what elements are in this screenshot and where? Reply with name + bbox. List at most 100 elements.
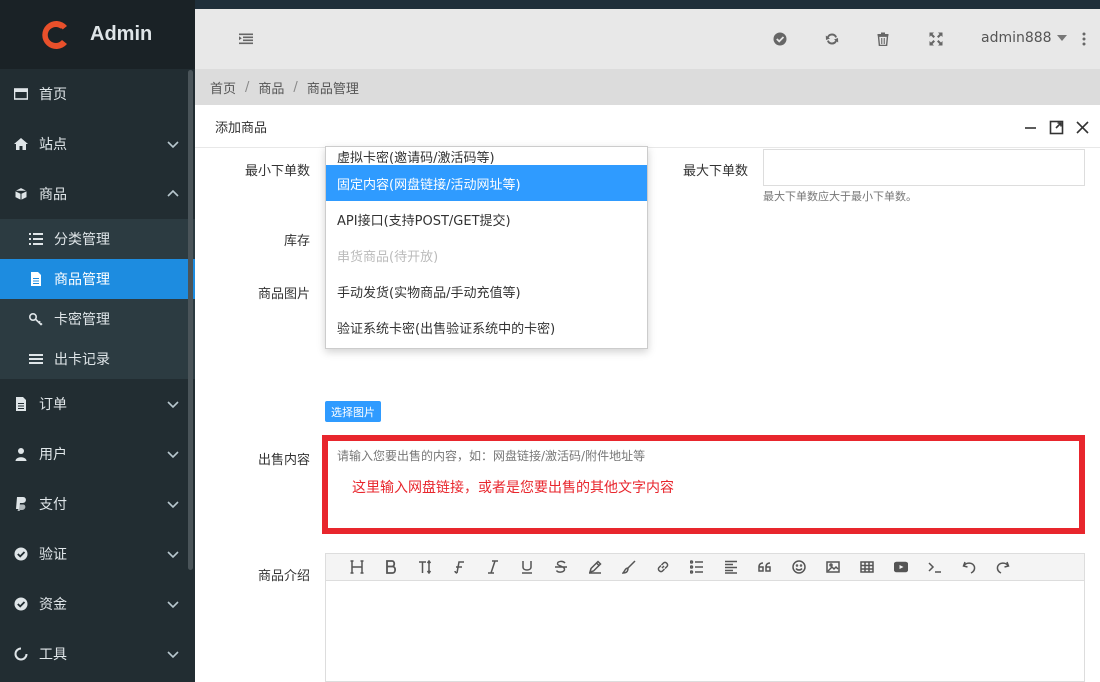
redo-icon[interactable] xyxy=(986,556,1020,578)
sidebar-item-label: 出卡记录 xyxy=(54,352,110,368)
goods-intro-label: 商品介绍 xyxy=(257,569,310,584)
logo-icon xyxy=(40,18,74,52)
strikethrough-icon[interactable] xyxy=(544,556,578,578)
quote-icon[interactable] xyxy=(748,556,782,578)
trash-icon[interactable] xyxy=(875,31,891,47)
window-icon xyxy=(14,87,28,101)
list-ul-icon[interactable] xyxy=(680,556,714,578)
heading-icon[interactable] xyxy=(340,556,374,578)
sidebar-item-label: 站点 xyxy=(39,137,67,153)
font-icon[interactable] xyxy=(442,556,476,578)
delivery-type-dropdown[interactable]: 虚拟卡密(邀请码/激活码等) 固定内容(网盘链接/活动网址等) API接口(支持… xyxy=(325,146,648,349)
breadcrumb-goods[interactable]: 商品 xyxy=(258,78,284,97)
sidebar-item-home[interactable]: 首页 xyxy=(0,69,195,119)
italic-icon[interactable] xyxy=(476,556,510,578)
sidebar-item-card-manage[interactable]: 卡密管理 xyxy=(0,299,195,339)
sidebar-item-verify[interactable]: 验证 xyxy=(0,529,195,579)
sidebar-scrollbar[interactable] xyxy=(188,70,193,570)
sidebar-item-category[interactable]: 分类管理 xyxy=(0,219,195,259)
sidebar-item-label: 卡密管理 xyxy=(54,312,110,328)
min-qty-label: 最小下单数 xyxy=(244,164,310,179)
terminal-icon[interactable] xyxy=(918,556,952,578)
sidebar-menu: 首页 站点 商品 xyxy=(0,69,195,219)
sidebar-item-card-records[interactable]: 出卡记录 xyxy=(0,339,195,379)
sidebar-item-label: 订单 xyxy=(39,397,67,413)
max-qty-field[interactable] xyxy=(763,149,1085,186)
align-left-icon[interactable] xyxy=(714,556,748,578)
chevron-down-icon xyxy=(167,138,179,150)
fullscreen-icon[interactable] xyxy=(928,31,944,47)
brush-icon[interactable] xyxy=(612,556,646,578)
dropdown-option[interactable]: 手动发货(实物商品/手动充值等) xyxy=(326,273,647,309)
sale-content-annotation: 这里输入网盘链接，或者是您要出售的其他文字内容 xyxy=(352,480,674,496)
link-icon[interactable] xyxy=(646,556,680,578)
choose-image-button[interactable]: 选择图片 xyxy=(325,401,381,422)
dropdown-option[interactable]: 虚拟卡密(邀请码/激活码等) xyxy=(326,147,647,165)
top-navbar: admin888 xyxy=(195,9,1100,69)
dialog-tools xyxy=(1022,119,1090,135)
editor-toolbar xyxy=(326,554,1084,581)
app-title: Admin xyxy=(90,23,153,45)
cube-icon xyxy=(14,187,28,201)
user-icon xyxy=(14,447,28,461)
sidebar-item-payment[interactable]: 支付 xyxy=(0,479,195,529)
refresh-icon[interactable] xyxy=(824,31,840,47)
bold-icon[interactable] xyxy=(374,556,408,578)
paypal-icon xyxy=(14,497,28,511)
goods-image-label: 商品图片 xyxy=(257,287,310,302)
dropdown-option[interactable]: 验证系统卡密(出售验证系统中的卡密) xyxy=(326,309,647,345)
sidebar-item-orders[interactable]: 订单 xyxy=(0,379,195,429)
image-icon[interactable] xyxy=(816,556,850,578)
sidebar-item-label: 支付 xyxy=(39,497,67,513)
user-menu[interactable]: admin888 xyxy=(981,30,1067,46)
table-icon[interactable] xyxy=(850,556,884,578)
more-vertical-icon[interactable] xyxy=(1082,32,1086,46)
dropdown-option-disabled: 串货商品(待开放) xyxy=(337,249,439,265)
close-icon[interactable] xyxy=(1074,119,1090,135)
pencil-icon[interactable] xyxy=(578,556,612,578)
file-text-icon xyxy=(29,272,43,286)
sidebar-item-goods-manage[interactable]: 商品管理 xyxy=(0,259,195,299)
sidebar-item-label: 验证 xyxy=(39,547,67,563)
chevron-down-icon xyxy=(167,648,179,660)
dialog-header: 添加商品 xyxy=(195,105,1100,148)
minimize-icon[interactable] xyxy=(1022,119,1038,135)
sidebar-item-label: 商品管理 xyxy=(54,272,110,288)
chevron-down-icon xyxy=(167,598,179,610)
dropdown-option-selected[interactable]: 固定内容(网盘链接/活动网址等) xyxy=(326,165,647,201)
sidebar-item-goods[interactable]: 商品 xyxy=(0,169,195,219)
rich-text-editor[interactable] xyxy=(325,553,1085,682)
video-icon[interactable] xyxy=(884,556,918,578)
bars-icon xyxy=(29,352,43,366)
smile-icon[interactable] xyxy=(782,556,816,578)
chevron-up-icon xyxy=(167,188,179,200)
sidebar-item-site[interactable]: 站点 xyxy=(0,119,195,169)
breadcrumb-home[interactable]: 首页 xyxy=(210,78,236,97)
sidebar-item-funds[interactable]: 资金 xyxy=(0,579,195,629)
stock-label: 库存 xyxy=(283,234,310,249)
dialog-title: 添加商品 xyxy=(215,120,268,136)
sale-content-textarea[interactable]: 请输入您要出售的内容，如：网盘链接/激活码/附件地址等 这里输入网盘链接，或者是… xyxy=(322,435,1085,534)
goods-submenu: 分类管理 商品管理 卡密管理 出卡记录 xyxy=(0,219,195,379)
caret-down-icon xyxy=(1056,35,1067,41)
breadcrumb: 首页 / 商品 / 商品管理 xyxy=(195,69,1100,105)
undo-icon[interactable] xyxy=(952,556,986,578)
sidebar-toggle-icon[interactable] xyxy=(238,31,254,47)
sidebar-item-users[interactable]: 用户 xyxy=(0,429,195,479)
text-height-icon[interactable] xyxy=(408,556,442,578)
top-strip xyxy=(195,0,1100,9)
logo[interactable]: Admin xyxy=(0,0,195,69)
check-circle-icon xyxy=(14,597,28,611)
sidebar: Admin 首页 站点 商品 分类管理 商品管理 卡密管理 出卡记录 订单 用户… xyxy=(0,0,195,682)
sidebar-item-label: 工具 xyxy=(39,647,67,663)
underline-icon[interactable] xyxy=(510,556,544,578)
sidebar-menu-lower: 订单 用户 支付 验证 资金 工具 xyxy=(0,379,195,679)
chevron-down-icon xyxy=(167,548,179,560)
sidebar-item-label: 资金 xyxy=(39,597,67,613)
dropdown-option[interactable]: API接口(支持POST/GET提交) xyxy=(326,201,647,237)
sidebar-item-tools[interactable]: 工具 xyxy=(0,629,195,679)
sale-content-label: 出售内容 xyxy=(257,453,310,468)
check-circle-icon[interactable] xyxy=(772,31,788,47)
maximize-icon[interactable] xyxy=(1048,119,1064,135)
chevron-down-icon xyxy=(167,398,179,410)
